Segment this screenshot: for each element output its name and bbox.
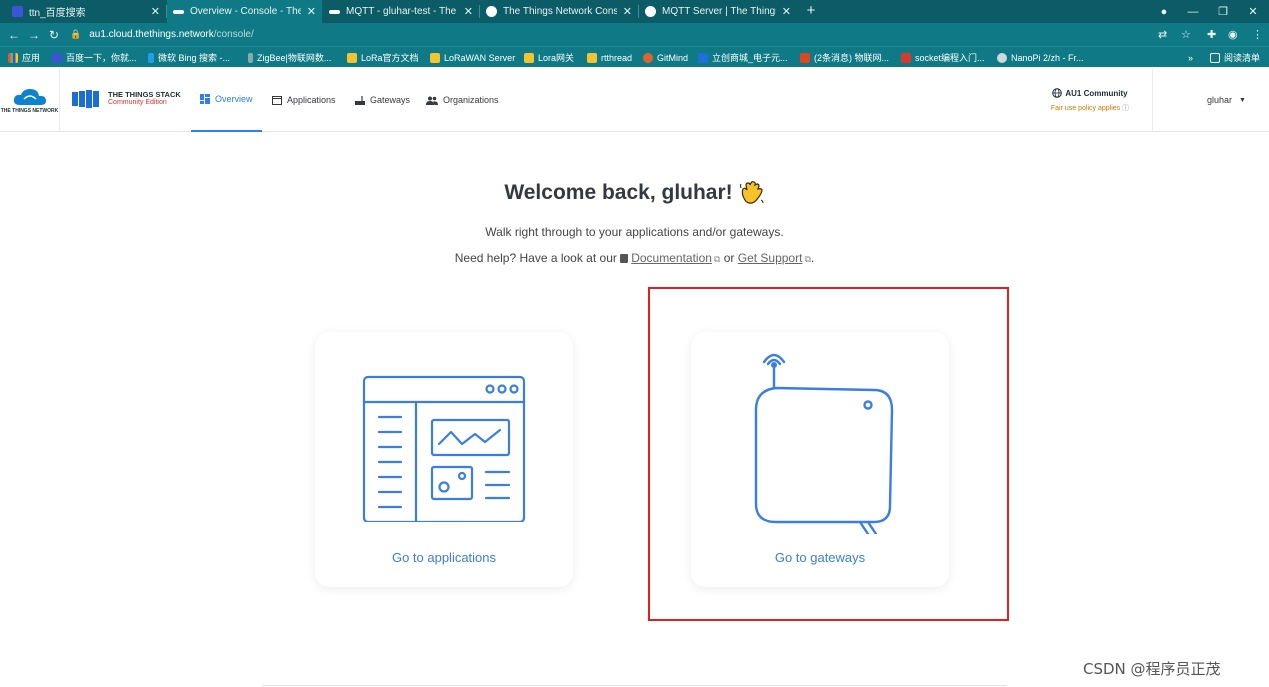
lock-icon: 🔒 [70,29,82,39]
baidu-favicon-icon [12,6,23,17]
folder-icon [524,52,534,63]
ttn-console-favicon-icon [486,6,497,17]
header-divider [1152,68,1153,132]
address-bar[interactable]: 🔒 au1.cloud.thethings.network/console/ [70,26,1145,43]
external-link-icon: ⧉ [713,254,721,264]
browser-tab-strip: ttn_百度搜索 ✕ Overview - Console - The Thi … [0,0,1269,23]
ttn-favicon-icon [173,9,184,14]
apps-grid-icon [8,52,18,63]
documentation-link[interactable]: Documentation [631,251,712,265]
application-illustration-icon [362,375,526,522]
profile-avatar-icon[interactable]: ◉ [1228,23,1238,46]
new-tab-button[interactable]: + [802,2,820,19]
globe-icon [997,52,1007,63]
bookmark-item[interactable]: NanoPi 2/zh - Fr... [997,47,1084,68]
ttn-cloud-icon [13,88,46,105]
stack-logo-icon [72,90,99,108]
folder-icon [430,52,440,63]
welcome-subtitle: Walk right through to your applications … [485,225,784,239]
bookmark-item[interactable]: LoRaWAN Server [430,47,515,68]
go-to-applications-card[interactable]: Go to applications [315,332,573,587]
browser-tab[interactable]: MQTT - gluhar-test - The Thi ✕ [323,0,479,23]
book-icon [620,254,629,263]
browser-tab[interactable]: The Things Network Console ✕ [480,0,638,23]
bookmark-item[interactable]: (2条消息) 物联网... [800,47,889,68]
close-tab-icon[interactable]: ✕ [307,5,316,18]
baidu-icon [52,52,62,63]
help-line: Need help? Have a look at our Documentat… [454,251,815,265]
application-window-icon [272,95,282,105]
bookmark-item[interactable]: socket编程入门... [901,47,985,68]
profile-indicator-icon[interactable]: ● [1149,0,1179,23]
csdn-watermark: CSDN @程序员正茂 [1083,660,1221,678]
restore-button[interactable]: ❐ [1208,0,1238,23]
bookmark-item[interactable]: ZigBee|物联网数... [248,47,331,68]
welcome-heading: Welcome back, gluhar! [0,180,1269,206]
ttn-favicon-icon [645,6,656,17]
caret-down-icon: ▼ [1239,96,1246,104]
close-tab-icon[interactable]: ✕ [464,5,473,18]
nav-organizations[interactable]: Organizations [426,68,499,132]
close-tab-icon[interactable]: ✕ [151,5,160,18]
page-icon [248,52,253,63]
browser-tab-active[interactable]: Overview - Console - The Thi ✕ [167,0,322,23]
extensions-icon[interactable]: ✚ [1207,23,1216,46]
nav-overview[interactable]: Overview [191,68,262,132]
folder-icon [587,52,597,63]
bookmark-item[interactable]: Lora网关 [524,47,574,68]
get-support-link[interactable]: Get Support [738,251,803,265]
reading-list-button[interactable]: 阅读清单 [1210,47,1260,68]
help-circle-icon[interactable]: ⓘ [1122,105,1129,112]
bookmarks-overflow-button[interactable]: » [1188,47,1193,68]
bookmark-item[interactable]: rtthread [587,47,632,68]
folder-icon [347,52,357,63]
annotation-highlight-box [648,287,1009,621]
reload-icon[interactable]: ↻ [44,28,64,42]
globe-icon [1052,88,1063,98]
back-icon[interactable]: ← [4,28,24,42]
browser-toolbar: ← → ↻ 🔒 au1.cloud.thethings.network/cons… [0,23,1269,46]
close-window-button[interactable]: ✕ [1238,0,1268,23]
csdn-icon [800,52,810,63]
the-things-stack-logo[interactable]: THE THINGS STACK Community Edition [72,90,181,108]
console-header: THE THINGS NETWORK THE THINGS STACK Comm… [0,68,1269,132]
people-icon [426,96,438,105]
browser-menu-icon[interactable]: ⋮ [1252,23,1263,46]
close-tab-icon[interactable]: ✕ [782,5,791,18]
cluster-selector[interactable]: AU1 Community Fair use policy applies ⓘ [1020,88,1160,113]
waving-hand-icon [739,180,765,206]
ttn-logo[interactable]: THE THINGS NETWORK [0,68,60,132]
translate-icon[interactable]: ⇄ [1158,23,1167,46]
bookmark-item[interactable]: 立创商城_电子元... [698,47,788,68]
footer-divider [262,685,1007,686]
bookmark-item[interactable]: 微软 Bing 搜索 -... [148,47,230,68]
bookmark-star-icon[interactable]: ☆ [1181,23,1191,46]
bookmark-item[interactable]: GitMind [643,47,688,68]
ttn-favicon-icon [329,9,340,14]
bing-icon [148,52,154,63]
gitmind-icon [643,52,653,63]
user-menu[interactable]: gluhar ▼ [1207,95,1246,105]
bookmark-item[interactable]: 百度一下，你就... [52,47,137,68]
forward-icon[interactable]: → [24,28,44,42]
reading-list-icon [1210,52,1220,63]
close-tab-icon[interactable]: ✕ [623,5,632,18]
browser-tab[interactable]: ttn_百度搜索 ✕ [6,0,166,23]
minimize-button[interactable]: — [1178,0,1208,23]
bookmark-item[interactable]: 应用 [8,47,40,68]
csdn-icon [901,52,911,63]
nav-applications[interactable]: Applications [272,68,336,132]
bookmarks-bar: 应用 百度一下，你就... 微软 Bing 搜索 -... ZigBee|物联网… [0,46,1269,67]
go-to-applications-label[interactable]: Go to applications [315,550,573,565]
dashboard-icon [200,94,210,104]
nav-gateways[interactable]: Gateways [355,68,410,132]
router-icon [355,95,365,105]
lcsc-icon [698,52,708,63]
bookmark-item[interactable]: LoRa官方文档 [347,47,419,68]
browser-tab[interactable]: MQTT Server | The Things Stac ✕ [639,0,797,23]
